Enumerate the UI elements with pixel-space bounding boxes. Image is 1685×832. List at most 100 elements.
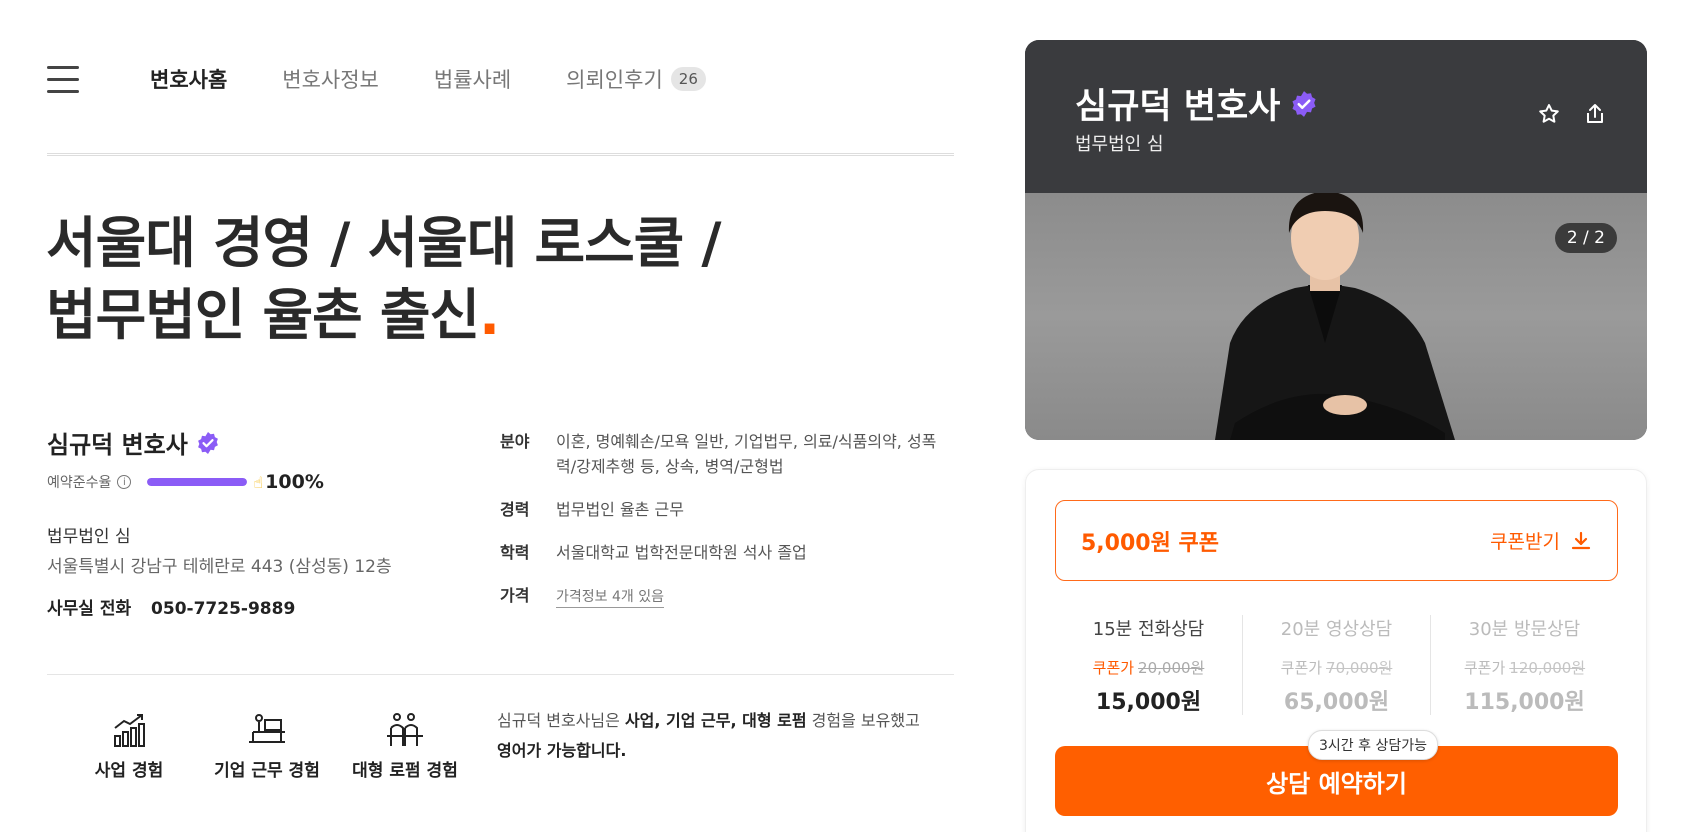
firm-name: 법무법인 심 [47, 527, 131, 547]
experience-corporate: 기업 근무 경험 [198, 712, 336, 781]
tab-lawyer-info[interactable]: 변호사정보 [282, 64, 379, 94]
hamburger-menu-icon[interactable] [47, 66, 79, 94]
headline-line-1: 서울대 경영 / 서울대 로스쿨 / [46, 211, 722, 275]
section-divider [47, 674, 954, 675]
detail-label: 경력 [500, 500, 530, 519]
detail-label: 가격 [500, 586, 530, 605]
headline-dot: . [479, 283, 500, 347]
page-headline: 서울대 경영 / 서울대 로스쿨 / 법무법인 율촌 출신. [46, 207, 906, 351]
card-actions [1537, 102, 1607, 126]
option-coupon-line: 쿠폰가 120,000원 [1431, 657, 1618, 678]
card-lawyer-name: 심규덕 변호사 [1075, 78, 1318, 129]
office-address: 서울특별시 강남구 테헤란로 443 (삼성동) 12층 [47, 557, 392, 577]
profile-card-header: 심규덕 변호사 법무법인 심 [1025, 40, 1647, 193]
detail-row-career: 경력 법무법인 율촌 근무 [500, 497, 955, 522]
rate-value: 100% [265, 471, 324, 493]
detail-value: 서울대학교 법학전문대학원 석사 졸업 [556, 543, 807, 562]
desc-bold: 사업, 기업 근무, 대형 로펌 [624, 711, 807, 730]
option-coupon-line: 쿠폰가 70,000원 [1243, 657, 1430, 678]
get-coupon-button[interactable]: 쿠폰받기 [1490, 527, 1592, 554]
detail-label: 분야 [500, 432, 530, 451]
price-info-link[interactable]: 가격정보 4개 있음 [556, 589, 664, 608]
coupon-price-label: 쿠폰가 [1092, 659, 1135, 677]
option-price: 15,000원 [1095, 690, 1202, 715]
download-icon [1571, 531, 1591, 549]
availability-tooltip: 3시간 후 상담가능 [1308, 730, 1438, 760]
profile-card: 심규덕 변호사 법무법인 심 2 / 2 [1025, 40, 1647, 440]
coupon-price-label: 쿠폰가 [1463, 659, 1506, 677]
option-name: 20분 영상상담 [1280, 619, 1393, 640]
lawyer-photo[interactable]: 2 / 2 [1025, 193, 1647, 440]
get-coupon-label: 쿠폰받기 [1490, 531, 1560, 553]
experience-label: 사업 경험 [94, 761, 164, 781]
team-icon [387, 713, 423, 746]
consultation-options: 15분 전화상담 쿠폰가 20,000원 15,000원 20분 영상상담 쿠폰가… [1055, 615, 1618, 715]
reservation-rate: 예약준수율 i ☝ 100% [47, 471, 324, 493]
verified-badge-icon [196, 431, 220, 455]
option-video-20min[interactable]: 20분 영상상담 쿠폰가 70,000원 65,000원 [1243, 615, 1431, 715]
lawyer-name-text: 심규덕 변호사 [47, 431, 188, 459]
option-visit-30min[interactable]: 30분 방문상담 쿠폰가 120,000원 115,000원 [1431, 615, 1618, 715]
option-price: 65,000원 [1283, 690, 1390, 715]
detail-value: 법무법인 율촌 근무 [556, 500, 684, 519]
main-tabs: 변호사홈 변호사정보 법률사례 의뢰인후기 26 [150, 64, 706, 94]
experience-label: 기업 근무 경험 [214, 761, 320, 781]
share-icon[interactable] [1583, 102, 1607, 126]
coupon-title: 5,000원 쿠폰 [1081, 530, 1219, 556]
experience-law-firm: 대형 로펌 경험 [336, 712, 474, 781]
book-button-label: 상담 예약하기 [1266, 769, 1407, 798]
option-name: 15분 전화상담 [1092, 619, 1205, 640]
lawyer-portrait-image [1215, 193, 1455, 440]
card-name-text: 심규덕 변호사 [1075, 87, 1281, 127]
star-icon[interactable] [1537, 102, 1561, 126]
experience-list: 사업 경험 기업 근무 경험 대형 로펌 경험 [60, 712, 474, 781]
tab-client-reviews[interactable]: 의뢰인후기 26 [566, 64, 706, 94]
nav-divider [47, 153, 954, 156]
experience-business: 사업 경험 [60, 712, 198, 781]
desc-bold: 영어가 가능합니다. [497, 741, 627, 760]
phone-label: 사무실 전화 [47, 599, 132, 619]
option-price: 115,000원 [1464, 690, 1585, 715]
option-phone-15min[interactable]: 15분 전화상담 쿠폰가 20,000원 15,000원 [1055, 615, 1243, 715]
booking-panel: 5,000원 쿠폰 쿠폰받기 15분 전화상담 쿠폰가 20,000원 15,00… [1025, 469, 1647, 832]
option-coupon-line: 쿠폰가 20,000원 [1055, 657, 1242, 678]
detail-row-education: 학력 서울대학교 법학전문대학원 석사 졸업 [500, 540, 955, 565]
tab-label: 법률사례 [433, 68, 512, 92]
rate-label: 예약준수율 [47, 475, 112, 491]
experience-label: 대형 로펌 경험 [352, 761, 458, 781]
detail-value: 이혼, 명예훼손/모욕 일반, 기업법무, 의료/식품의약, 성폭력/강제추행 … [556, 432, 937, 476]
headline-line-2-text: 법무법인 율촌 출신 [46, 283, 480, 347]
original-price: 70,000원 [1326, 659, 1393, 677]
detail-row-field: 분야 이혼, 명예훼손/모욕 일반, 기업법무, 의료/식품의약, 성폭력/강제… [500, 429, 955, 479]
original-price: 120,000원 [1509, 659, 1586, 677]
tab-legal-cases[interactable]: 법률사례 [434, 64, 511, 94]
rate-progress-fill [147, 478, 248, 486]
experience-description: 심규덕 변호사님은 사업, 기업 근무, 대형 로펌 경험을 보유했고 영어가 … [497, 706, 957, 766]
lawyer-name: 심규덕 변호사 [47, 425, 220, 460]
office-phone: 사무실 전화 050-7725-9889 [47, 594, 295, 619]
detail-row-price: 가격 가격정보 4개 있음 [500, 583, 955, 610]
verified-badge-icon [1290, 90, 1318, 118]
coupon-box: 5,000원 쿠폰 쿠폰받기 [1055, 500, 1618, 581]
headline-line-2: 법무법인 율촌 출신. [46, 279, 906, 351]
detail-label: 학력 [500, 543, 530, 562]
tab-lawyer-home[interactable]: 변호사홈 [150, 64, 227, 94]
tab-label: 의뢰인후기 [566, 68, 663, 92]
office-desk-icon [249, 714, 285, 743]
photo-pager: 2 / 2 [1554, 223, 1617, 253]
desc-text: 심규덕 변호사님은 [497, 711, 625, 730]
lawyer-details: 분야 이혼, 명예훼손/모욕 일반, 기업법무, 의료/식품의약, 성폭력/강제… [500, 429, 955, 628]
pointing-hand-icon: ☝ [253, 472, 264, 492]
desc-text: 경험을 보유했고 [806, 711, 920, 730]
rate-progress-bar [147, 478, 248, 486]
coupon-price-label: 쿠폰가 [1280, 659, 1323, 677]
original-price: 20,000원 [1138, 659, 1205, 677]
card-firm-name: 법무법인 심 [1075, 134, 1164, 155]
phone-number[interactable]: 050-7725-9889 [151, 599, 295, 619]
chart-growth-icon [114, 714, 145, 747]
option-name: 30분 방문상담 [1468, 619, 1581, 640]
info-icon[interactable]: i [117, 475, 132, 489]
tab-label: 변호사홈 [150, 68, 228, 92]
review-count-badge: 26 [670, 67, 706, 91]
tab-label: 변호사정보 [282, 68, 379, 92]
